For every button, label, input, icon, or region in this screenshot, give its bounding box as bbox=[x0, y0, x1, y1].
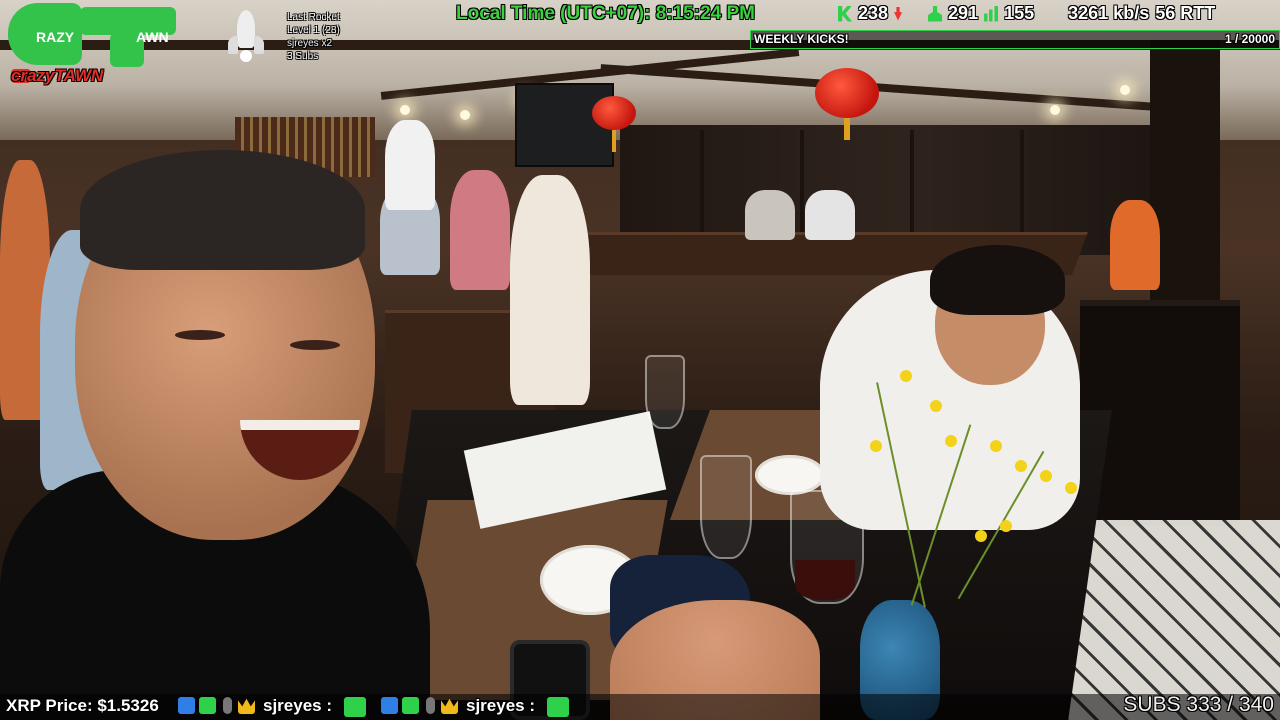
local-time: Local Time (UTC+07): 8:15:24 PM bbox=[456, 3, 755, 24]
microphone-badge-icon bbox=[223, 697, 232, 714]
channel-badge-icon bbox=[547, 697, 569, 717]
channel-logo: RAZY AWN bbox=[8, 3, 176, 67]
goal-label: WEEKLY KICKS! bbox=[754, 32, 849, 46]
guest bbox=[805, 190, 855, 240]
red-lantern bbox=[815, 68, 879, 140]
viewer-count: 155 bbox=[1004, 3, 1035, 23]
red-wine bbox=[795, 560, 855, 600]
streamer-eye bbox=[290, 340, 340, 350]
yellow-flower bbox=[1040, 470, 1052, 482]
gem-badge-icon bbox=[402, 697, 419, 714]
yellow-flower bbox=[870, 440, 882, 452]
goal-count: 1 / 20000 bbox=[1224, 32, 1275, 46]
last-rocket-level: Level 1 (28) bbox=[287, 25, 340, 36]
ceiling-light bbox=[1050, 105, 1060, 115]
red-lantern bbox=[592, 96, 636, 152]
youtube-channel-name: crazyTAWN bbox=[11, 66, 104, 85]
yellow-flower bbox=[945, 435, 957, 447]
rocket-body bbox=[237, 10, 255, 48]
ceiling-light bbox=[1120, 85, 1130, 95]
ceiling-light bbox=[400, 105, 410, 115]
ticker-username: sjreyes : bbox=[263, 696, 332, 715]
hammer-badge-icon bbox=[381, 697, 398, 714]
streamer-eye bbox=[175, 330, 225, 340]
yellow-flower bbox=[975, 530, 987, 542]
camera-feed bbox=[0, 0, 1280, 720]
kick-icon bbox=[838, 5, 852, 22]
yellow-flower bbox=[1065, 482, 1077, 494]
last-rocket-title: Last Rocket bbox=[287, 12, 340, 23]
user-icon bbox=[928, 5, 943, 22]
guest bbox=[510, 175, 590, 405]
yellow-flower bbox=[930, 400, 942, 412]
channel-badge-icon bbox=[344, 697, 366, 717]
rtt: 56 RTT bbox=[1155, 3, 1216, 23]
microphone-badge-icon bbox=[426, 697, 435, 714]
waiter bbox=[385, 120, 435, 210]
gem-badge-icon bbox=[199, 697, 216, 714]
rocket-fin bbox=[228, 36, 238, 54]
rocket-flame bbox=[240, 50, 252, 62]
ticker-username: sjreyes : bbox=[466, 696, 535, 715]
last-rocket-subs: 3 Subs bbox=[287, 51, 319, 62]
yellow-flower bbox=[990, 440, 1002, 452]
logo-text-right: AWN bbox=[136, 29, 169, 45]
signal-bars-icon bbox=[984, 5, 999, 22]
last-rocket-user: sjreyes x2 bbox=[287, 38, 333, 49]
weekly-kicks-goal: WEEKLY KICKS! 1 / 20000 bbox=[750, 30, 1280, 49]
rocket-icon bbox=[224, 10, 268, 64]
cocktail-glass bbox=[700, 455, 752, 559]
yellow-flower bbox=[1015, 460, 1027, 472]
hammer-badge-icon bbox=[178, 697, 195, 714]
yellow-flower bbox=[1000, 520, 1012, 532]
logo-text-left: RAZY bbox=[36, 29, 75, 45]
guest bbox=[1110, 200, 1160, 290]
arrow-down-icon bbox=[894, 6, 903, 21]
water-glass bbox=[645, 355, 685, 429]
woman-hair bbox=[930, 245, 1065, 315]
youtube-channel: crazyTAWN bbox=[11, 66, 103, 85]
guest bbox=[745, 190, 795, 240]
bitrate: 3261 kb/s bbox=[1068, 3, 1150, 23]
xrp-price: XRP Price: $1.5326 bbox=[6, 696, 159, 715]
last-rocket-panel: Last Rocket Level 1 (28) sjreyes x2 3 Su… bbox=[287, 11, 340, 63]
subs-goal: SUBS 333 / 340 bbox=[1123, 693, 1274, 716]
ceiling-light bbox=[460, 110, 470, 120]
rocket-fin bbox=[254, 36, 264, 54]
plate bbox=[755, 455, 825, 495]
follower-count: 291 bbox=[948, 3, 979, 23]
guest bbox=[450, 170, 510, 290]
yellow-flower bbox=[900, 370, 912, 382]
kick-count: 238 bbox=[858, 3, 889, 23]
streamer-hair bbox=[80, 150, 365, 270]
stream-stats: 238 291 155 3261 kb/s 56 RTT bbox=[838, 3, 1215, 24]
